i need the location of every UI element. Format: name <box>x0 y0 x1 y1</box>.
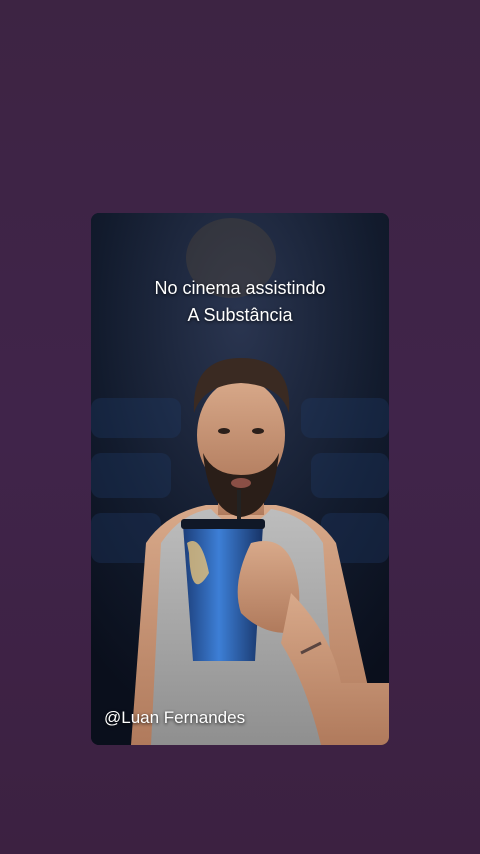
watermark-handle: @Luan Fernandes <box>104 708 246 727</box>
caption-line-2: A Substância <box>187 305 293 325</box>
video-player[interactable]: No cinema assistindo A Substância @Luan … <box>91 213 389 745</box>
caption-line-1: No cinema assistindo <box>154 278 326 298</box>
story-screen[interactable]: No cinema assistindo A Substância @Luan … <box>0 0 480 854</box>
